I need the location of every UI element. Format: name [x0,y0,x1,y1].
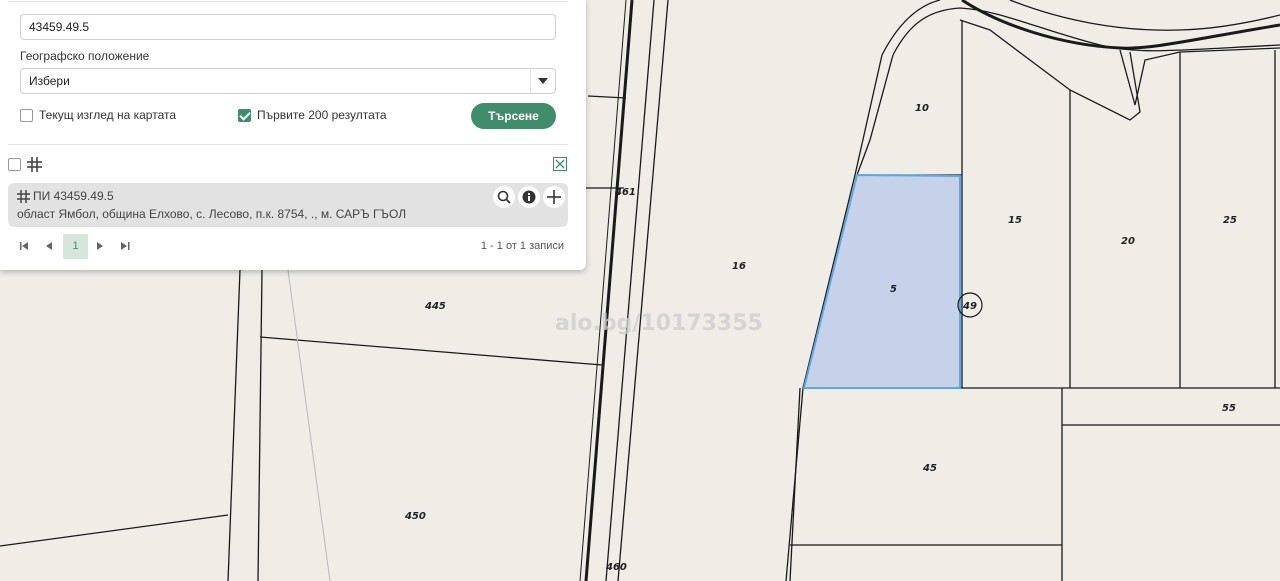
dropdown-arrow-icon [530,69,555,93]
zoom-to-button[interactable] [493,186,515,208]
first-page-icon[interactable] [20,242,29,250]
select-all-checkbox[interactable] [8,158,21,171]
prev-page-icon[interactable] [46,242,53,250]
pagination-summary: 1 - 1 от 1 записи [480,240,564,252]
divider [8,144,568,145]
parcel-label-5: 5 [890,284,897,295]
next-page-icon[interactable] [97,242,104,250]
current-view-label: Текущ изглед на картата [39,108,177,122]
expand-icon[interactable] [553,157,567,171]
block-label-49: 49 [962,301,977,312]
grid-icon [27,157,42,172]
watermark: alo.bg/10173355 [555,311,763,336]
search-icon [497,190,511,204]
parcel-label-460: 460 [605,562,627,573]
plus-icon [547,190,561,204]
current-page[interactable]: 1 [63,234,88,259]
search-button[interactable]: Търсене [471,103,556,129]
parcel-label-20: 20 [1121,236,1135,247]
cadastral-id-input[interactable] [20,14,556,40]
parcel-label-445: 445 [424,301,446,312]
last-page-icon[interactable] [121,242,130,250]
parcel-label-15: 15 [1008,215,1022,226]
result-item[interactable]: ПИ 43459.49.5 област Ямбол, община Елхов… [8,183,568,227]
parcel-label-450: 450 [404,511,426,522]
result-title: ПИ 43459.49.5 [33,189,114,203]
geo-select[interactable]: Избери [20,68,556,94]
current-view-checkbox[interactable] [20,109,33,122]
add-button[interactable] [543,186,565,208]
parcel-label-55: 55 [1222,403,1236,414]
first200-label: Първите 200 резултата [257,108,387,122]
geo-label: Географско положение [20,49,150,63]
divider [8,1,568,2]
info-icon [522,190,536,204]
parcel-label-10: 10 [915,103,929,114]
grid-icon [17,190,30,203]
info-button[interactable] [518,186,540,208]
result-address: област Ямбол, община Елхово, с. Лесово, … [17,207,407,221]
first200-checkbox[interactable] [238,109,251,122]
parcel-label-45: 45 [922,463,937,474]
search-panel: Географско положение Избери Текущ изглед… [0,0,586,270]
parcel-label-25: 25 [1223,215,1237,226]
parcel-label-16: 16 [732,261,746,272]
geo-select-value: Избери [29,74,70,88]
parcel-label-461: 461 [614,187,636,198]
